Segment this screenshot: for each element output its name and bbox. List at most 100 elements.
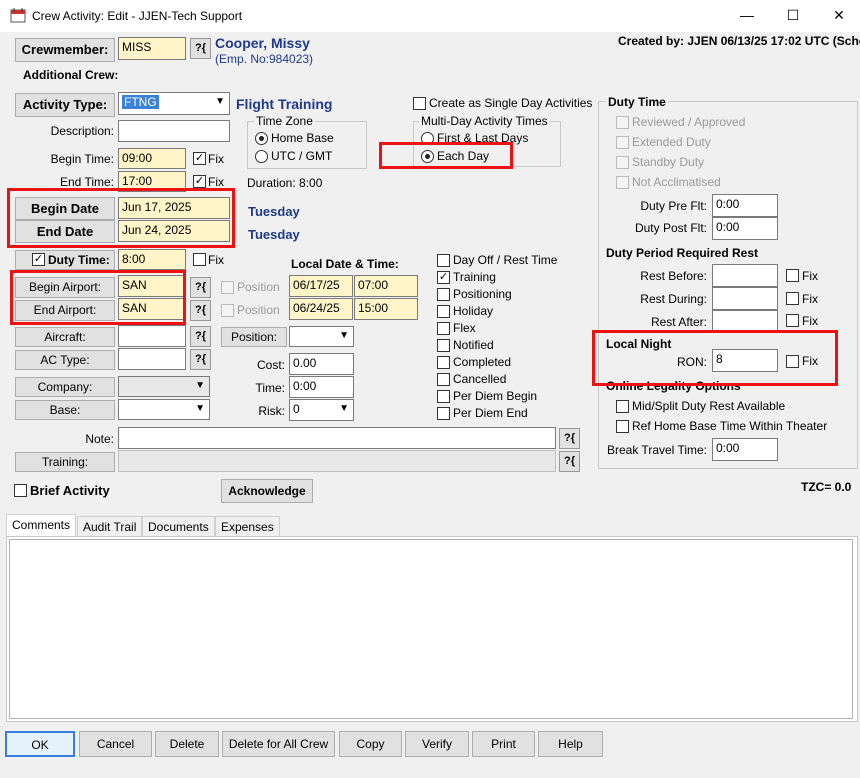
flag-checkbox[interactable]: ✓ (437, 271, 450, 284)
ac-type-lookup-icon[interactable]: ?{ (190, 349, 211, 370)
risk-value: 0 (293, 402, 300, 416)
tab-documents[interactable]: Documents (142, 516, 215, 536)
crewmember-lookup-icon[interactable]: ?{ (190, 38, 211, 59)
flag-label: Cancelled (453, 372, 507, 386)
time-input[interactable]: 0:00 (289, 376, 354, 398)
maximize-button[interactable]: ☐ (770, 0, 816, 32)
aircraft-button[interactable]: Aircraft: (15, 327, 115, 347)
begin-position-checkbox[interactable] (221, 281, 234, 294)
single-day-checkbox[interactable] (413, 97, 426, 110)
tab-comments[interactable]: Comments (6, 514, 77, 536)
aircraft-lookup-icon[interactable]: ?{ (190, 326, 211, 347)
note-lookup-icon[interactable]: ?{ (559, 428, 580, 449)
rest-before-fix-checkbox[interactable] (786, 269, 799, 282)
flag-checkbox[interactable] (437, 373, 450, 386)
tab-expenses[interactable]: Expenses (215, 516, 280, 536)
rest-during-fix-checkbox[interactable] (786, 292, 799, 305)
brief-activity-checkbox[interactable] (14, 484, 27, 497)
activity-type-button[interactable]: Activity Type: (15, 93, 115, 117)
begin-airport-lookup-icon[interactable]: ?{ (190, 277, 211, 298)
extended-checkbox[interactable] (616, 136, 629, 149)
duty-time-button[interactable]: ✓ Duty Time: (15, 250, 115, 270)
delete-button[interactable]: Delete (155, 731, 219, 757)
base-button[interactable]: Base: (15, 400, 115, 420)
position-button[interactable]: Position: (221, 327, 287, 347)
duty-time-checkbox: ✓ (32, 253, 45, 266)
training-lookup-icon[interactable]: ?{ (559, 451, 580, 472)
brief-activity-label: Brief Activity (30, 483, 110, 498)
minimize-button[interactable]: — (724, 0, 770, 32)
home-base-radio[interactable] (255, 132, 268, 145)
acknowledge-button[interactable]: Acknowledge (221, 479, 313, 503)
flag-checkbox[interactable] (437, 390, 450, 403)
tab-audit-trail[interactable]: Audit Trail (77, 516, 143, 536)
risk-select[interactable]: 0 ▼ (289, 399, 354, 421)
flag-checkbox[interactable] (437, 288, 450, 301)
copy-button[interactable]: Copy (339, 731, 402, 757)
app-icon (10, 7, 26, 23)
company-button[interactable]: Company: (15, 377, 115, 397)
flag-label: Per Diem End (453, 406, 528, 420)
activity-type-select[interactable]: FTNG ▼ (118, 92, 230, 115)
utc-radio[interactable] (255, 150, 268, 163)
company-select[interactable]: ▼ (118, 376, 210, 397)
rest-before-input[interactable] (712, 264, 778, 287)
flag-label: Notified (453, 338, 494, 352)
flag-checkbox[interactable] (437, 254, 450, 267)
rest-after-fix-checkbox[interactable] (786, 314, 799, 327)
training-button[interactable]: Training: (15, 452, 115, 472)
each-day-highlight (379, 142, 513, 169)
duty-time-fix-checkbox[interactable] (193, 253, 206, 266)
additional-crew-label: Additional Crew: (23, 68, 119, 82)
flag-checkbox[interactable] (437, 407, 450, 420)
help-button[interactable]: Help (538, 731, 603, 757)
note-input[interactable] (118, 427, 556, 449)
crewmember-code-input[interactable]: MISS (118, 37, 186, 60)
delete-all-crew-button[interactable]: Delete for All Crew (222, 731, 335, 757)
cost-label: Cost: (256, 358, 285, 372)
duty-post-input[interactable]: 0:00 (712, 217, 778, 240)
print-button[interactable]: Print (472, 731, 535, 757)
flag-label: Per Diem Begin (453, 389, 538, 403)
end-airport-lookup-icon[interactable]: ?{ (190, 300, 211, 321)
rest-during-input[interactable] (712, 287, 778, 310)
cancel-button[interactable]: Cancel (79, 731, 152, 757)
duty-pre-input[interactable]: 0:00 (712, 194, 778, 217)
time-zone-title: Time Zone (254, 114, 315, 128)
rest-during-label: Rest During: (640, 292, 707, 306)
flag-checkbox[interactable] (437, 339, 450, 352)
description-input[interactable] (118, 120, 230, 142)
end-time-fix-checkbox[interactable]: ✓ (193, 175, 206, 188)
ok-button[interactable]: OK (5, 731, 75, 757)
ref-home-checkbox[interactable] (616, 420, 629, 433)
flag-checkbox[interactable] (437, 305, 450, 318)
begin-time-input[interactable]: 09:00 (118, 148, 186, 169)
training-input[interactable] (118, 450, 556, 472)
flag-checkbox[interactable] (437, 322, 450, 335)
base-select[interactable]: ▼ (118, 399, 210, 420)
break-travel-input[interactable]: 0:00 (712, 438, 778, 461)
verify-button[interactable]: Verify (405, 731, 469, 757)
reviewed-checkbox[interactable] (616, 116, 629, 129)
aircraft-input[interactable] (118, 325, 186, 347)
ac-type-button[interactable]: AC Type: (15, 350, 115, 370)
comments-textarea[interactable] (9, 539, 853, 719)
duty-time-input[interactable]: 8:00 (118, 249, 186, 270)
not-acclimatised-checkbox[interactable] (616, 176, 629, 189)
crewmember-button[interactable]: Crewmember: (15, 38, 115, 62)
position-select[interactable]: ▼ (289, 326, 354, 347)
local-begin-date-input[interactable]: 06/17/25 (289, 275, 353, 297)
end-position-checkbox[interactable] (221, 304, 234, 317)
mid-split-checkbox[interactable] (616, 400, 629, 413)
ac-type-input[interactable] (118, 348, 186, 370)
local-begin-time-input[interactable]: 07:00 (354, 275, 418, 297)
cost-input[interactable]: 0.00 (289, 353, 354, 375)
standby-checkbox[interactable] (616, 156, 629, 169)
local-end-date-input[interactable]: 06/24/25 (289, 298, 353, 320)
flag-checkbox[interactable] (437, 356, 450, 369)
local-end-time-input[interactable]: 15:00 (354, 298, 418, 320)
comments-panel[interactable] (6, 536, 858, 722)
begin-time-fix-checkbox[interactable]: ✓ (193, 152, 206, 165)
ref-home-label: Ref Home Base Time Within Theater (632, 419, 828, 433)
close-button[interactable]: ✕ (816, 0, 860, 32)
